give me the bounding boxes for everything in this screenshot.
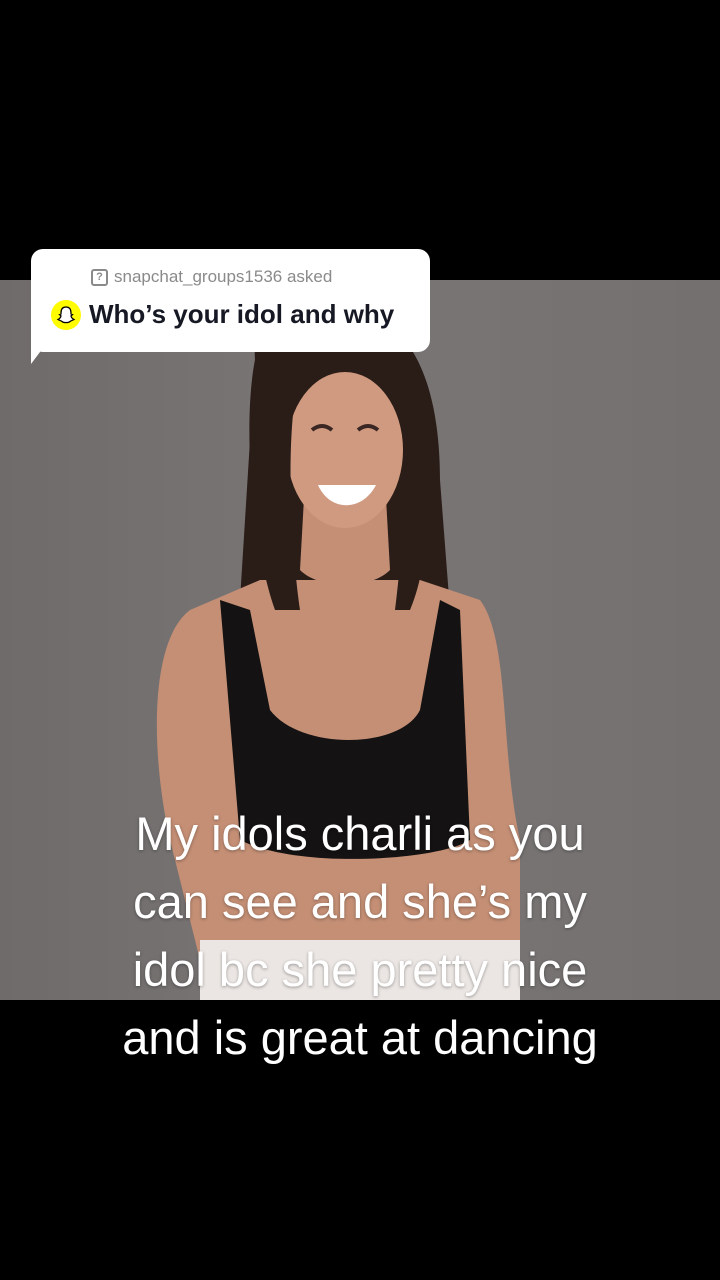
question-box-icon: ? <box>91 268 108 286</box>
question-sticker[interactable]: ? snapchat_groups1536 asked Who’s your i… <box>31 249 430 352</box>
asker-row: ? snapchat_groups1536 asked <box>91 267 332 287</box>
caption-line: My idols charli as you <box>135 807 585 860</box>
caption-line: and is great at dancing <box>122 1011 598 1064</box>
question-text: Who’s your idol and why <box>89 299 395 329</box>
caption-line: can see and she’s my <box>133 875 587 928</box>
question-row: Who’s your idol and why <box>51 299 394 330</box>
snapchat-ghost-icon <box>51 299 81 330</box>
caption-text: My idols charli as you can see and she’s… <box>40 800 680 1072</box>
asker-text: snapchat_groups1536 asked <box>114 267 333 286</box>
caption-line: idol bc she pretty nice <box>132 943 588 996</box>
